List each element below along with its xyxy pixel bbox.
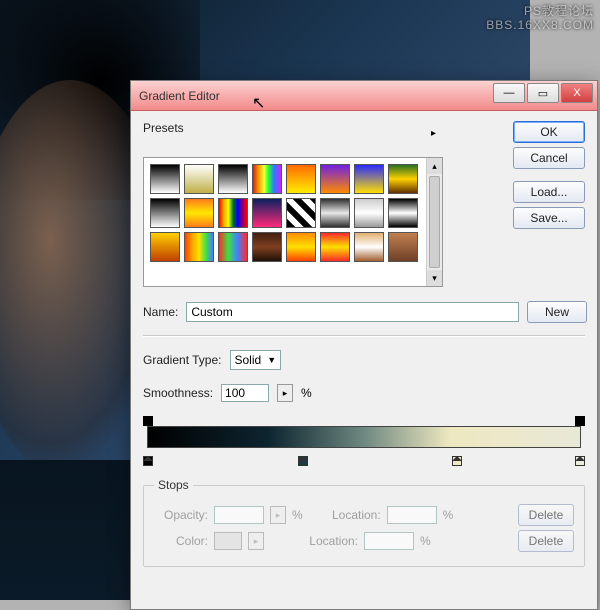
smoothness-label: Smoothness: [143, 386, 213, 400]
watermark-line2: BBS.16XX8.COM [486, 18, 594, 32]
watermark: PS教程论坛 BBS.16XX8.COM [486, 4, 594, 33]
stops-fieldset: Stops Opacity: ▸ % Location: % Delete Co… [143, 478, 585, 567]
presets-scrollbar[interactable]: ▴ ▾ [426, 158, 442, 286]
color-stop-1[interactable] [143, 456, 153, 466]
preset-swatch[interactable] [354, 198, 384, 228]
titlebar[interactable]: Gradient Editor — ▭ X [131, 81, 597, 111]
opacity-unit: % [292, 508, 303, 522]
dialog-action-buttons: OK Cancel Load... Save... [513, 121, 585, 229]
chevron-down-icon: ▼ [267, 355, 276, 365]
color-location-input[interactable] [364, 532, 414, 550]
presets-menu-icon[interactable]: ▸ [431, 128, 436, 139]
color-well[interactable] [214, 532, 242, 550]
minimize-button[interactable]: — [493, 83, 525, 103]
color-delete-button[interactable]: Delete [518, 530, 574, 552]
cancel-button[interactable]: Cancel [513, 147, 585, 169]
preset-swatch[interactable] [252, 232, 282, 262]
preset-swatch[interactable] [218, 232, 248, 262]
preset-swatch[interactable] [150, 198, 180, 228]
preset-swatch[interactable] [320, 164, 350, 194]
gradient-editor-dialog: Gradient Editor — ▭ X OK Cancel Load... … [130, 80, 598, 610]
preset-swatch[interactable] [388, 198, 418, 228]
ok-button[interactable]: OK [513, 121, 585, 143]
preset-swatch[interactable] [388, 232, 418, 262]
gradient-type-value: Solid [235, 353, 262, 367]
gradient-type-select[interactable]: Solid ▼ [230, 350, 282, 370]
preset-swatch[interactable] [286, 198, 316, 228]
preset-swatch[interactable] [184, 198, 214, 228]
gradient-type-label: Gradient Type: [143, 353, 222, 367]
color-stop-2[interactable] [298, 456, 308, 466]
color-location-unit: % [420, 534, 431, 548]
name-input[interactable] [186, 302, 519, 322]
stops-legend: Stops [154, 478, 193, 492]
preset-swatch[interactable] [150, 164, 180, 194]
opacity-flyout-icon[interactable]: ▸ [270, 506, 286, 524]
load-button[interactable]: Load... [513, 181, 585, 203]
scroll-down-icon[interactable]: ▾ [427, 270, 442, 286]
opacity-location-unit: % [443, 508, 454, 522]
preset-swatch[interactable] [184, 232, 214, 262]
preset-swatch[interactable] [218, 198, 248, 228]
gradient-bar[interactable] [147, 426, 581, 448]
preset-swatch[interactable] [218, 164, 248, 194]
smoothness-unit: % [301, 386, 312, 400]
preset-swatch[interactable] [184, 164, 214, 194]
presets-label: Presets [143, 121, 443, 135]
opacity-location-input[interactable] [387, 506, 437, 524]
preset-swatch[interactable] [320, 198, 350, 228]
preset-swatch[interactable] [354, 232, 384, 262]
opacity-stop-end[interactable] [575, 416, 585, 426]
preset-swatch[interactable] [286, 232, 316, 262]
divider [143, 335, 585, 336]
color-label: Color: [154, 534, 208, 548]
save-button[interactable]: Save... [513, 207, 585, 229]
color-stop-3[interactable] [452, 456, 462, 466]
preset-swatch[interactable] [252, 198, 282, 228]
preset-swatch[interactable] [150, 232, 180, 262]
presets-group: Presets ▸ ▴ ▾ [143, 121, 443, 287]
opacity-label: Opacity: [154, 508, 208, 522]
watermark-line1: PS教程论坛 [486, 4, 594, 18]
presets-box: ▴ ▾ [143, 157, 443, 287]
maximize-button[interactable]: ▭ [527, 83, 559, 103]
color-stop-4[interactable] [575, 456, 585, 466]
preset-swatch[interactable] [286, 164, 316, 194]
dialog-title: Gradient Editor [139, 89, 220, 103]
color-flyout-icon[interactable]: ▸ [248, 532, 264, 550]
opacity-location-label: Location: [327, 508, 381, 522]
new-button[interactable]: New [527, 301, 587, 323]
close-button[interactable]: X [561, 83, 593, 103]
opacity-input[interactable] [214, 506, 264, 524]
opacity-stop-row: Opacity: ▸ % Location: % Delete [154, 504, 574, 526]
mouse-cursor-icon: ↖ [252, 93, 265, 113]
opacity-stop-start[interactable] [143, 416, 153, 426]
color-location-label: Location: [304, 534, 358, 548]
smoothness-input[interactable] [221, 384, 269, 402]
preset-swatch[interactable] [252, 164, 282, 194]
name-label: Name: [143, 305, 178, 319]
opacity-delete-button[interactable]: Delete [518, 504, 574, 526]
preset-swatch[interactable] [388, 164, 418, 194]
smoothness-flyout-icon[interactable]: ▸ [277, 384, 293, 402]
preset-swatch[interactable] [354, 164, 384, 194]
scroll-thumb[interactable] [429, 176, 440, 268]
color-stop-row: Color: ▸ Location: % Delete [154, 530, 574, 552]
preset-swatch[interactable] [320, 232, 350, 262]
gradient-bar-area [143, 416, 585, 466]
scroll-up-icon[interactable]: ▴ [427, 158, 442, 174]
